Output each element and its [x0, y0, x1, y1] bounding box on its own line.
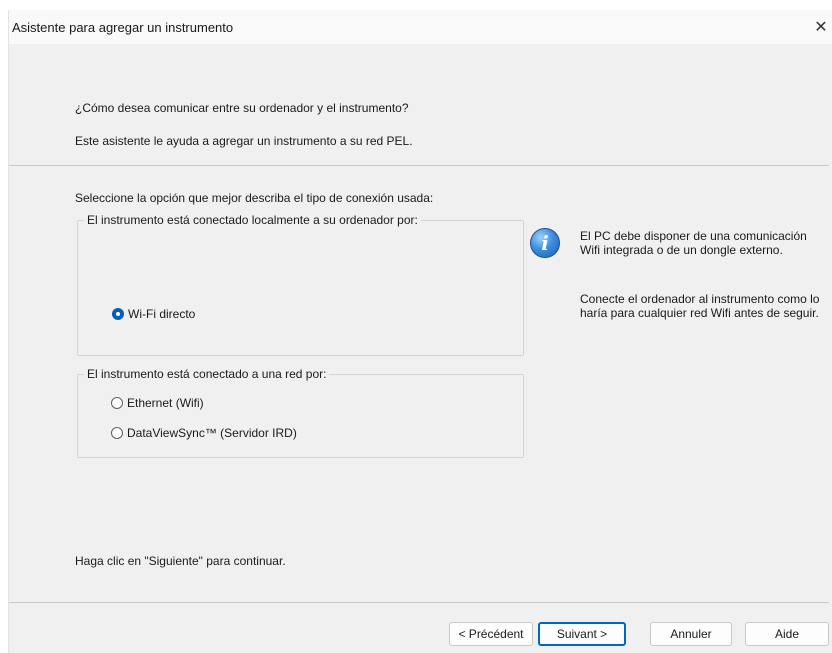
radio-dataviewsync[interactable]: DataViewSync™ (Servidor IRD)	[111, 426, 297, 440]
radio-ethernet-label: Ethernet (Wifi)	[127, 396, 204, 410]
back-button[interactable]: < Précédent	[449, 622, 533, 646]
close-icon[interactable]: ✕	[810, 16, 832, 40]
next-button[interactable]: Suivant >	[538, 622, 626, 646]
radio-wifi-direct-label: Wi-Fi directo	[128, 307, 196, 321]
radio-button[interactable]	[111, 397, 123, 409]
cancel-button[interactable]: Annuler	[650, 622, 732, 646]
footer-hint: Haga clic en "Siguiente" para continuar.	[75, 554, 286, 568]
radio-button[interactable]	[111, 427, 123, 439]
radio-button-checked[interactable]	[112, 308, 124, 320]
header-divider	[9, 165, 829, 166]
footer-divider	[9, 602, 829, 603]
window-title: Asistente para agregar un instrumento	[12, 20, 234, 35]
connection-prompt: Seleccione la opción que mejor describa …	[75, 191, 434, 205]
info-paragraph-1: El PC debe disponer de una comunicación …	[580, 229, 807, 257]
radio-wifi-direct[interactable]: Wi-Fi directo	[112, 307, 195, 321]
network-group-legend: El instrumento está conectado a una red …	[84, 367, 330, 381]
wizard-window: Asistente para agregar un instrumento ✕ …	[8, 10, 832, 653]
radio-ethernet[interactable]: Ethernet (Wifi)	[111, 396, 204, 410]
help-button[interactable]: Aide	[745, 622, 829, 646]
radio-dataviewsync-label: DataViewSync™ (Servidor IRD)	[127, 426, 297, 440]
wizard-question: ¿Cómo desea comunicar entre su ordenador…	[75, 101, 409, 115]
info-paragraph-2: Conecte el ordenador al instrumento como…	[580, 292, 820, 320]
title-bar: Asistente para agregar un instrumento ✕	[9, 10, 832, 44]
network-connection-group: El instrumento está conectado a una red …	[77, 367, 524, 458]
wizard-description: Este asistente le ayuda a agregar un ins…	[75, 134, 413, 148]
info-icon: i	[530, 228, 560, 258]
local-connection-group: El instrumento está conectado localmente…	[77, 213, 524, 356]
local-group-legend: El instrumento está conectado localmente…	[84, 213, 421, 227]
